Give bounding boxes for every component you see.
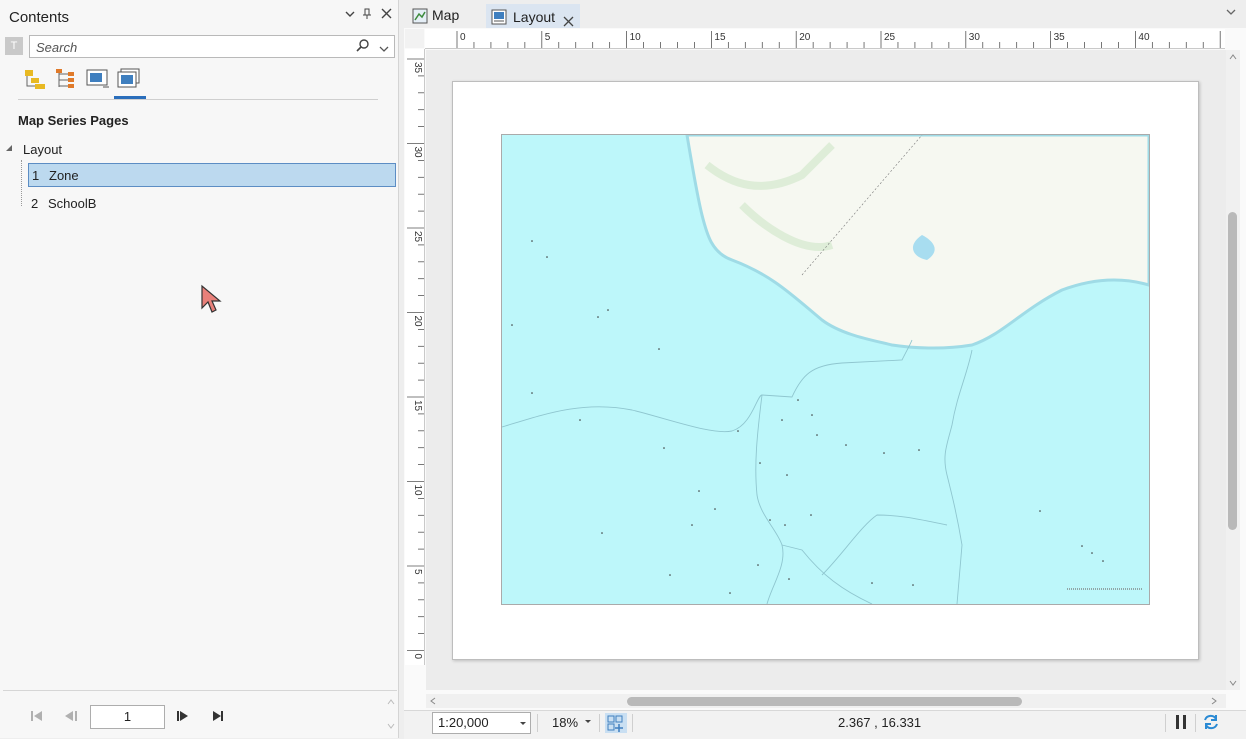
list-by-drawing-order-icon[interactable]	[23, 68, 47, 90]
zoom-dropdown-arrow-icon[interactable]	[584, 714, 592, 731]
ruler-label: 5	[545, 32, 551, 43]
search-box[interactable]	[29, 35, 395, 58]
last-page-icon[interactable]	[210, 709, 228, 725]
first-page-icon[interactable]	[29, 709, 47, 725]
section-title: Map Series Pages	[18, 113, 129, 128]
filter-icon[interactable]: T	[5, 37, 23, 55]
divider	[599, 714, 600, 732]
refresh-icon[interactable]	[1202, 713, 1220, 734]
ruler-label: 10	[412, 485, 423, 497]
snapping-toggle-icon[interactable]	[605, 713, 627, 733]
divider	[1195, 714, 1196, 732]
pane-options-chevron-icon[interactable]	[343, 8, 357, 24]
page-number: 2	[31, 196, 39, 211]
ruler-label: 15	[714, 32, 726, 43]
ruler-label: 30	[969, 32, 981, 43]
pin-icon[interactable]	[360, 8, 374, 24]
ruler-label: 0	[460, 32, 466, 43]
contents-title: Contents	[9, 9, 70, 26]
next-page-icon[interactable]	[175, 709, 193, 725]
divider	[18, 99, 378, 100]
page-item-zone[interactable]: 1 Zone	[28, 163, 396, 187]
map-content	[502, 135, 1149, 604]
tab-layout[interactable]: Layout	[486, 4, 580, 29]
ruler-label: 40	[1138, 32, 1150, 43]
tree-root-layout[interactable]: Layout	[23, 142, 62, 157]
tab-map[interactable]: Map	[409, 4, 475, 27]
tree-connector	[21, 160, 22, 206]
search-options-chevron-icon[interactable]	[379, 41, 389, 56]
ruler-corner	[405, 29, 424, 48]
page-number: 1	[32, 168, 40, 183]
divider	[1165, 714, 1166, 732]
pause-drawing-icon[interactable]	[1174, 714, 1188, 733]
search-input[interactable]	[34, 38, 353, 56]
ruler-label: 15	[412, 400, 423, 412]
ruler-label: 10	[630, 32, 642, 43]
page-name: SchoolB	[48, 196, 97, 211]
ruler-label: 20	[412, 316, 423, 328]
list-by-source-icon[interactable]	[54, 68, 78, 90]
contents-pane: Contents T Map Series Pages Layout 1	[0, 0, 399, 738]
map-frame[interactable]	[501, 134, 1150, 605]
list-map-series-pages-icon[interactable]	[117, 68, 141, 90]
ruler-label: 30	[412, 147, 423, 159]
scale-dropdown[interactable]: 1:20,000	[432, 712, 531, 734]
scale-value: 1:20,000	[438, 715, 489, 730]
ruler-label: 0	[412, 654, 423, 660]
divider	[3, 690, 397, 691]
dropdown-arrow-icon	[519, 713, 527, 739]
tab-label: Layout	[513, 9, 556, 25]
page-number-input[interactable]: 1	[90, 705, 165, 729]
mouse-cursor-icon	[200, 284, 222, 317]
ruler-label: 5	[412, 569, 423, 575]
divider	[632, 714, 633, 732]
horizontal-ruler: 0 5 10 15 20 25 30 35 40	[425, 29, 1225, 49]
ruler-label: 35	[412, 62, 423, 74]
collapse-triangle-icon[interactable]	[5, 144, 13, 154]
ruler-label: 35	[1054, 32, 1066, 43]
page-item-schoolb[interactable]: 2 SchoolB	[28, 192, 396, 216]
previous-page-icon[interactable]	[62, 709, 80, 725]
list-by-map-frame-icon[interactable]	[86, 68, 110, 90]
ruler-label: 25	[412, 231, 423, 243]
page-name: Zone	[49, 168, 79, 183]
tab-label: Map	[432, 7, 460, 23]
search-icon[interactable]	[356, 38, 370, 55]
pointer-coordinates: 2.367 , 16.331	[838, 715, 922, 730]
divider	[537, 714, 538, 732]
zoom-level[interactable]: 18%	[552, 715, 578, 730]
vertical-ruler: 35 30 25 20 15 10 5 0	[405, 49, 425, 665]
close-icon[interactable]	[379, 8, 393, 24]
ruler-label: 25	[884, 32, 896, 43]
scroll-arrows[interactable]	[386, 696, 396, 732]
tab-list-chevron-icon[interactable]	[1226, 8, 1236, 19]
vertical-scroll-thumb[interactable]	[1228, 212, 1237, 530]
ruler-label: 20	[799, 32, 811, 43]
horizontal-scroll-thumb[interactable]	[627, 697, 1022, 706]
